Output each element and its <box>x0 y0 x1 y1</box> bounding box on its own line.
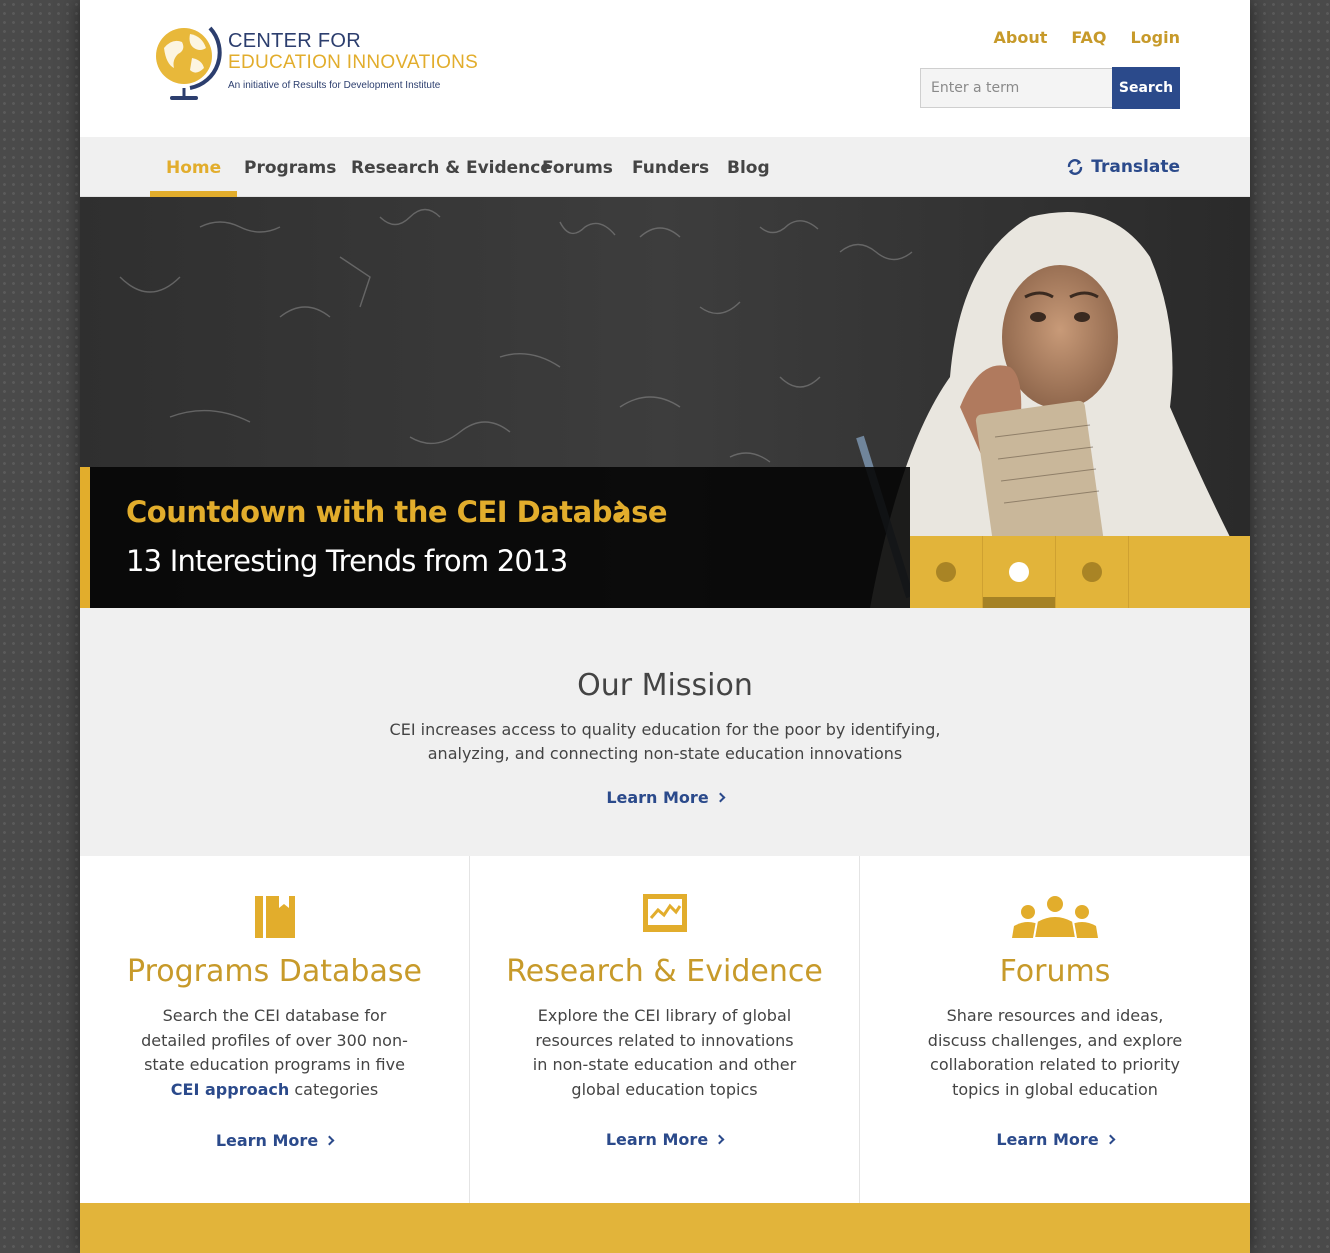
main-nav: Home Programs Research & Evidence Forums… <box>80 137 1250 197</box>
login-link[interactable]: Login <box>1130 28 1180 47</box>
book-icon <box>254 894 295 938</box>
programs-learn-more-label: Learn More <box>215 1131 319 1150</box>
mission-section: Our Mission CEI increases access to qual… <box>80 608 1250 856</box>
hero-subtitle: 13 Interesting Trends from 2013 <box>126 544 568 578</box>
search-form: Search <box>920 67 1180 109</box>
feature-programs-text: Search the CEI database for detailed pro… <box>140 1004 409 1102</box>
faq-link[interactable]: FAQ <box>1071 28 1106 47</box>
translate-button[interactable]: Translate <box>1065 137 1180 197</box>
hero-carousel[interactable]: Countdown with the CEI Database 13 Inter… <box>80 197 1250 608</box>
feature-research-text: Explore the CEI library of global resour… <box>532 1006 797 1099</box>
globe-logo-icon <box>156 26 222 100</box>
people-icon <box>1012 894 1098 938</box>
about-link[interactable]: About <box>994 28 1048 47</box>
carousel-dot-2[interactable] <box>983 536 1056 608</box>
chevron-right-icon <box>1105 1134 1116 1145</box>
feature-forums: Forums Share resources and ideas, discus… <box>860 856 1250 1203</box>
carousel-dot-3[interactable] <box>1056 536 1129 608</box>
nav-item-blog[interactable]: Blog <box>711 137 786 197</box>
logo-line-1: CENTER FOR <box>228 30 361 52</box>
search-input[interactable] <box>920 68 1112 108</box>
site-header: CENTER FOR EDUCATION INNOVATIONS An init… <box>80 0 1250 137</box>
feature-programs-title: Programs Database <box>127 954 422 989</box>
feature-programs: Programs Database Search the CEI databas… <box>80 856 470 1203</box>
logo-tagline: An initiative of Results for Development… <box>228 80 441 91</box>
cei-approach-link[interactable]: CEI approach <box>171 1080 289 1099</box>
research-learn-more-link[interactable]: Learn More <box>470 1130 859 1149</box>
footer-band <box>80 1203 1250 1253</box>
forums-learn-more-link[interactable]: Learn More <box>860 1130 1250 1149</box>
chevron-right-icon <box>324 1135 335 1146</box>
nav-item-forums[interactable]: Forums <box>526 137 629 197</box>
hero-caption[interactable]: Countdown with the CEI Database 13 Inter… <box>80 467 910 608</box>
chevron-right-icon <box>714 1134 725 1145</box>
programs-learn-more-link[interactable]: Learn More <box>80 1131 469 1150</box>
chart-icon <box>642 894 687 932</box>
mission-title: Our Mission <box>577 668 753 703</box>
forums-learn-more-label: Learn More <box>996 1130 1099 1149</box>
logo-line-2: EDUCATION INNOVATIONS <box>228 52 479 73</box>
feature-forums-title: Forums <box>999 954 1111 989</box>
feature-research-title: Research & Evidence <box>506 954 823 989</box>
chevron-right-icon <box>715 792 726 803</box>
hero-title[interactable]: Countdown with the CEI Database <box>126 495 668 529</box>
site-logo[interactable]: CENTER FOR EDUCATION INNOVATIONS An init… <box>150 20 480 102</box>
nav-item-funders[interactable]: Funders <box>616 137 725 197</box>
features-section: Programs Database Search the CEI databas… <box>80 856 1250 1203</box>
mission-learn-more-label: Learn More <box>606 788 709 807</box>
feature-research: Research & Evidence Explore the CEI libr… <box>470 856 860 1203</box>
nav-item-home[interactable]: Home <box>150 137 238 197</box>
mission-learn-more-link[interactable]: Learn More <box>80 788 1250 807</box>
page-container: CENTER FOR EDUCATION INNOVATIONS An init… <box>80 0 1250 1253</box>
feature-programs-text-after: categories <box>289 1079 379 1099</box>
mission-text: CEI increases access to quality educatio… <box>389 720 941 763</box>
carousel-dot-1[interactable] <box>910 536 983 608</box>
translate-icon <box>1068 159 1083 175</box>
top-links: About FAQ Login <box>994 28 1180 47</box>
search-button[interactable]: Search <box>1112 67 1180 109</box>
carousel-pager <box>910 536 1250 608</box>
nav-item-programs[interactable]: Programs <box>228 137 352 197</box>
translate-label: Translate <box>1091 157 1180 177</box>
feature-forums-text: Share resources and ideas, discuss chall… <box>927 1006 1183 1099</box>
research-learn-more-label: Learn More <box>605 1130 709 1149</box>
feature-programs-text-before: Search the CEI database for detailed pro… <box>141 1006 408 1074</box>
